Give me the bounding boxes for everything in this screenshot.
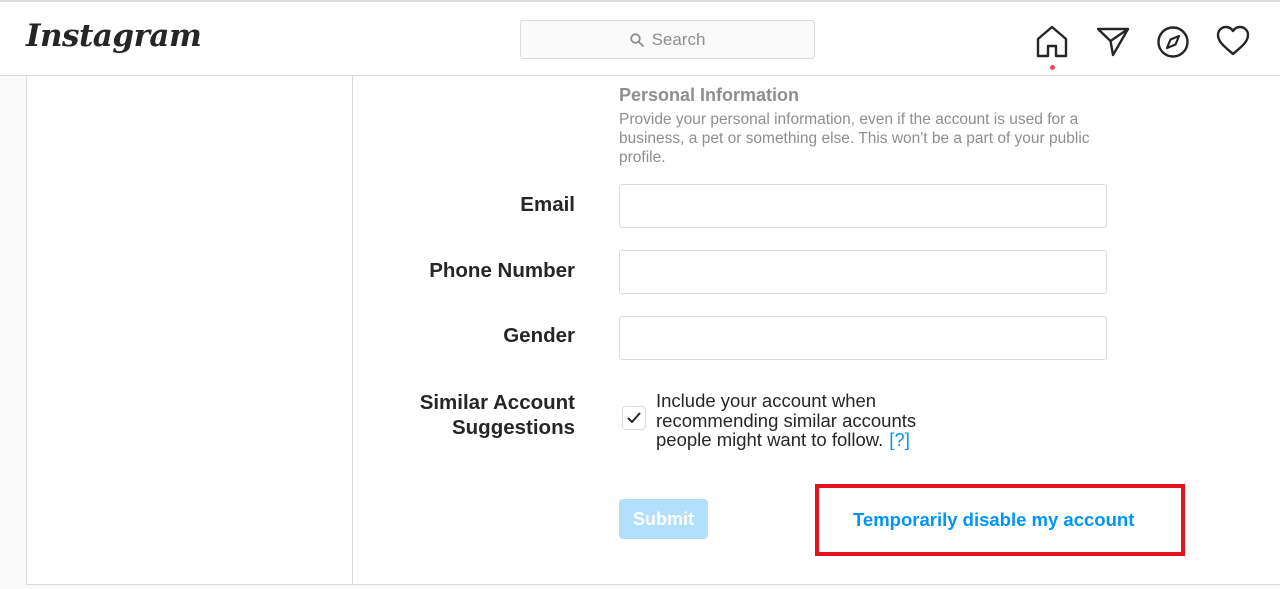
similar-accounts-description: Include your account when recommending s… bbox=[656, 391, 956, 450]
phone-label: Phone Number bbox=[429, 259, 575, 282]
checkmark-icon bbox=[627, 412, 641, 423]
email-field[interactable] bbox=[619, 184, 1107, 228]
notification-dot bbox=[1050, 65, 1055, 70]
section-title: Personal Information bbox=[619, 85, 800, 105]
similar-account-label-line2: Suggestions bbox=[451, 415, 575, 439]
gender-label: Gender bbox=[503, 324, 575, 347]
gender-field[interactable] bbox=[619, 316, 1107, 360]
explore-icon[interactable] bbox=[1156, 24, 1190, 58]
phone-number-field[interactable] bbox=[619, 250, 1107, 294]
similar-account-suggestions-label: Similar Account Suggestions bbox=[420, 391, 575, 440]
help-link[interactable]: [?] bbox=[889, 429, 910, 450]
similar-accounts-text-line3: people might want to follow. bbox=[656, 429, 884, 450]
search-icon bbox=[629, 32, 644, 47]
section-description: Provide your personal information, even … bbox=[619, 111, 1090, 166]
similar-accounts-text-line3-wrap: people might want to follow. [?] bbox=[656, 430, 956, 450]
search-input[interactable]: Search bbox=[520, 20, 815, 59]
similar-accounts-text-line2: recommending similar accounts bbox=[656, 409, 917, 431]
search-placeholder: Search bbox=[651, 29, 706, 49]
instagram-logo[interactable]: Instagram bbox=[26, 18, 202, 54]
similar-account-label-line1: Similar Account bbox=[419, 391, 575, 414]
sidebar-divider bbox=[352, 76, 353, 585]
temporarily-disable-account-link[interactable]: Temporarily disable my account bbox=[853, 509, 1134, 531]
similar-accounts-text-line1: Include your account when bbox=[656, 390, 877, 411]
home-icon[interactable] bbox=[1035, 24, 1069, 58]
submit-button[interactable]: Submit bbox=[619, 499, 708, 539]
email-label: Email bbox=[520, 193, 575, 216]
activity-heart-icon[interactable] bbox=[1216, 24, 1250, 58]
direct-message-icon[interactable] bbox=[1096, 24, 1130, 58]
top-navigation-bar: Instagram Search bbox=[0, 0, 1280, 76]
similar-accounts-checkbox[interactable] bbox=[622, 406, 646, 430]
